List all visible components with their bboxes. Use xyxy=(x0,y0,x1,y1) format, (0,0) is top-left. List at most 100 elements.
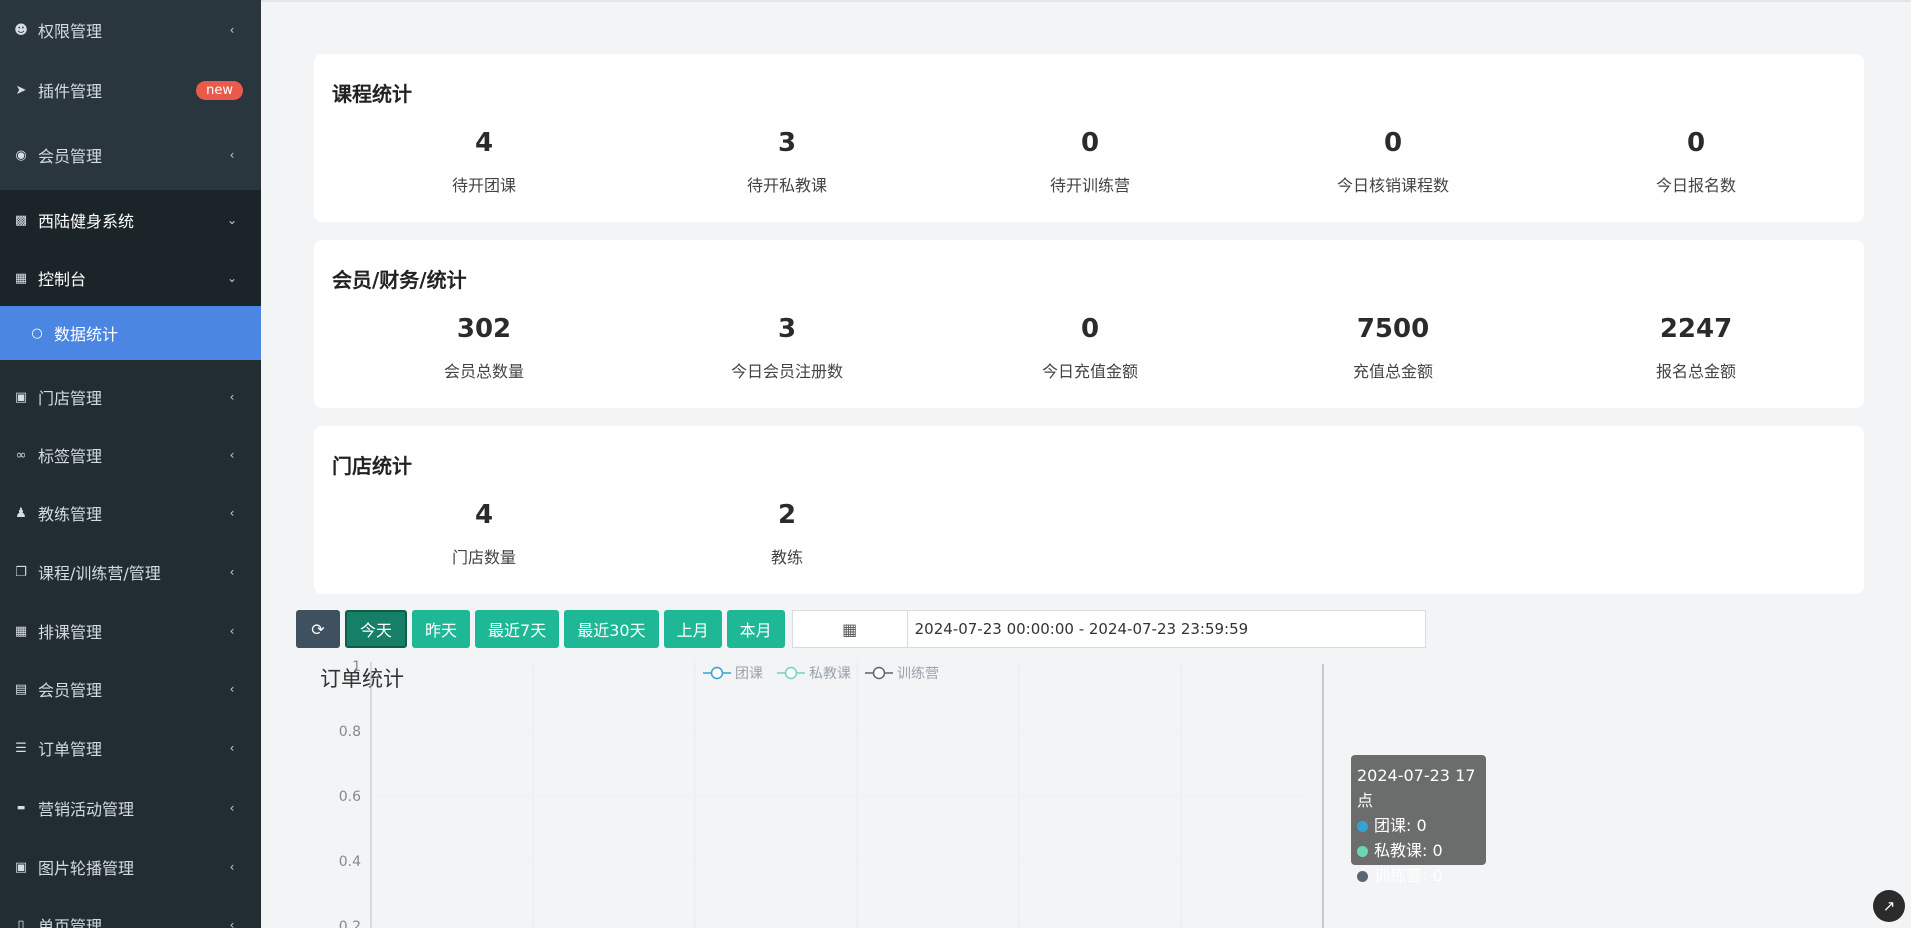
sidebar-item-label: 插件管理 xyxy=(38,82,103,101)
circle-icon: ○ xyxy=(31,325,43,341)
sidebar-item-label: 排课管理 xyxy=(38,623,103,642)
calendar-icon: ▦ xyxy=(14,623,28,639)
stat-label: 会员总数量 xyxy=(443,362,524,381)
id-card-icon: ▤ xyxy=(14,681,28,697)
stat-label: 充值总金额 xyxy=(1352,362,1433,381)
stat-item: 7500 充值总金额 xyxy=(1313,314,1473,382)
sidebar-item-member[interactable]: ◉ 会员管理 ‹ xyxy=(0,120,261,190)
share-icon: ↗ xyxy=(1882,897,1896,915)
chart-tooltip: 2024-07-23 17点 团课: 0 私教课: 0 训练营: 0 xyxy=(1351,755,1486,885)
sidebar-item-label: 单页管理 xyxy=(38,917,103,928)
sidebar-item-label: 标签管理 xyxy=(38,447,103,466)
sidebar-item-course[interactable]: ❐ 课程/训练营/管理 ‹ xyxy=(0,542,261,602)
chevron-left-icon: ‹ xyxy=(229,741,235,755)
stat-value: 0 xyxy=(1383,128,1403,158)
stat-item: 2 教练 xyxy=(707,500,867,568)
series-dot-icon xyxy=(1357,821,1368,832)
file-icon: ▯ xyxy=(17,917,25,928)
y-tick-label: 0.4 xyxy=(339,854,361,870)
link-icon: ∞ xyxy=(15,447,27,463)
stat-label: 教练 xyxy=(770,548,803,567)
y-tick-label: 0.6 xyxy=(339,789,361,805)
tooltip-series-value: 0 xyxy=(1432,841,1443,860)
y-tick-label: 0.8 xyxy=(339,724,361,740)
sidebar-item-data-stats[interactable]: ○ 数据统计 xyxy=(0,306,261,360)
member-finance-stats-card: 会员/财务/统计 302 会员总数量 3 今日会员注册数 0 今日充值金额 75… xyxy=(314,240,1864,408)
stat-item: 0 今日核销课程数 xyxy=(1313,128,1473,196)
sidebar-item-carousel[interactable]: ▣ 图片轮播管理 ‹ xyxy=(0,838,261,896)
sidebar-item-label: 控制台 xyxy=(38,270,87,289)
stat-value: 302 xyxy=(456,314,512,344)
stat-item: 3 待开私教课 xyxy=(707,128,867,196)
users-icon: ☻ xyxy=(14,22,28,38)
stat-label: 今日会员注册数 xyxy=(730,362,843,381)
sidebar-item-label: 门店管理 xyxy=(38,389,103,408)
date-filter-toolbar: ⟳ 今天 昨天 最近7天 最近30天 上月 本月 ▦ 2024-07-23 00… xyxy=(296,610,1426,648)
stat-item: 302 会员总数量 xyxy=(404,314,564,382)
stat-item: 4 待开团课 xyxy=(404,128,564,196)
date-range-picker[interactable]: ▦ 2024-07-23 00:00:00 - 2024-07-23 23:59… xyxy=(791,610,1426,648)
stat-label: 今日充值金额 xyxy=(1041,362,1138,381)
share-button[interactable]: ↗ xyxy=(1873,890,1905,922)
stat-value: 0 xyxy=(1080,314,1100,344)
tooltip-title: 2024-07-23 17点 xyxy=(1357,766,1476,810)
sidebar-item-console[interactable]: ▦ 控制台 ⌄ xyxy=(0,250,261,306)
y-tick-label: 0.2 xyxy=(339,919,361,928)
sidebar-item-marketing[interactable]: ▬ 营销活动管理 ‹ xyxy=(0,778,261,838)
tooltip-series-value: 0 xyxy=(1416,816,1427,835)
tooltip-series-name: 团课 xyxy=(1374,816,1407,835)
tooltip-series-name: 训练营 xyxy=(1374,866,1423,885)
course-stats-card: 课程统计 4 待开团课 3 待开私教课 0 待开训练营 0 今日核销课程数 0 … xyxy=(314,54,1864,222)
sidebar-item-order[interactable]: ☰ 订单管理 ‹ xyxy=(0,718,261,778)
sidebar-item-store[interactable]: ▣ 门店管理 ‹ xyxy=(0,368,261,426)
stat-item: 0 待开训练营 xyxy=(1010,128,1170,196)
sidebar-item-label: 教练管理 xyxy=(38,505,103,524)
stat-value: 4 xyxy=(474,500,494,530)
calendar-icon[interactable]: ▦ xyxy=(793,611,908,647)
chevron-left-icon: ‹ xyxy=(229,148,235,162)
chevron-left-icon: ‹ xyxy=(229,565,235,579)
stat-value: 0 xyxy=(1686,128,1706,158)
stat-value: 3 xyxy=(777,314,797,344)
chevron-down-icon: ⌄ xyxy=(226,271,238,285)
sidebar-item-tag[interactable]: ∞ 标签管理 ‹ xyxy=(0,426,261,484)
refresh-icon: ⟳ xyxy=(311,619,325,639)
windows-icon: ▦ xyxy=(14,270,28,286)
yesterday-button[interactable]: 昨天 xyxy=(412,610,471,648)
sidebar-item-page[interactable]: ▯ 单页管理 ‹ xyxy=(0,896,261,928)
stat-label: 待开训练营 xyxy=(1049,176,1130,195)
sidebar-item-label: 课程/训练营/管理 xyxy=(38,564,161,583)
sidebar-item-label: 数据统计 xyxy=(54,325,119,344)
stat-value: 2 xyxy=(777,500,797,530)
tooltip-series-value: 0 xyxy=(1432,866,1443,885)
stat-item: 0 今日充值金额 xyxy=(1010,314,1170,382)
sidebar-item-schedule[interactable]: ▦ 排课管理 ‹ xyxy=(0,602,261,660)
last-month-button[interactable]: 上月 xyxy=(663,610,722,648)
stat-label: 报名总金额 xyxy=(1655,362,1736,381)
image-icon: ▣ xyxy=(14,859,28,875)
last-30-days-button[interactable]: 最近30天 xyxy=(564,610,659,648)
y-tick-label: 1 xyxy=(352,659,361,675)
series-dot-icon xyxy=(1357,871,1368,882)
today-button[interactable]: 今天 xyxy=(345,610,408,648)
tooltip-row: 私教课: 0 xyxy=(1357,838,1480,863)
chevron-left-icon: ‹ xyxy=(229,448,235,462)
tooltip-series-name: 私教课 xyxy=(1374,841,1423,860)
tooltip-row: 训练营: 0 xyxy=(1357,863,1480,888)
sidebar-item-member-2[interactable]: ▤ 会员管理 ‹ xyxy=(0,660,261,718)
series-dot-icon xyxy=(1357,846,1368,857)
chevron-left-icon: ‹ xyxy=(229,390,235,404)
stat-value: 7500 xyxy=(1356,314,1430,344)
sidebar-item-plugin[interactable]: ➤ 插件管理 new xyxy=(0,60,261,120)
sidebar-item-fitness-system[interactable]: ▩ 西陆健身系统 ⌄ xyxy=(0,190,261,250)
date-range-input[interactable]: 2024-07-23 00:00:00 - 2024-07-23 23:59:5… xyxy=(908,611,1425,647)
refresh-button[interactable]: ⟳ xyxy=(296,610,340,648)
sidebar-item-coach[interactable]: ♟ 教练管理 ‹ xyxy=(0,484,261,542)
stat-value: 0 xyxy=(1080,128,1100,158)
chevron-left-icon: ‹ xyxy=(229,860,235,874)
this-month-button[interactable]: 本月 xyxy=(726,610,785,648)
street-view-icon: ♟ xyxy=(15,505,27,521)
sidebar-item-permission[interactable]: ☻ 权限管理 ‹ xyxy=(0,0,261,60)
last-7-days-button[interactable]: 最近7天 xyxy=(475,610,560,648)
chevron-left-icon: ‹ xyxy=(229,682,235,696)
